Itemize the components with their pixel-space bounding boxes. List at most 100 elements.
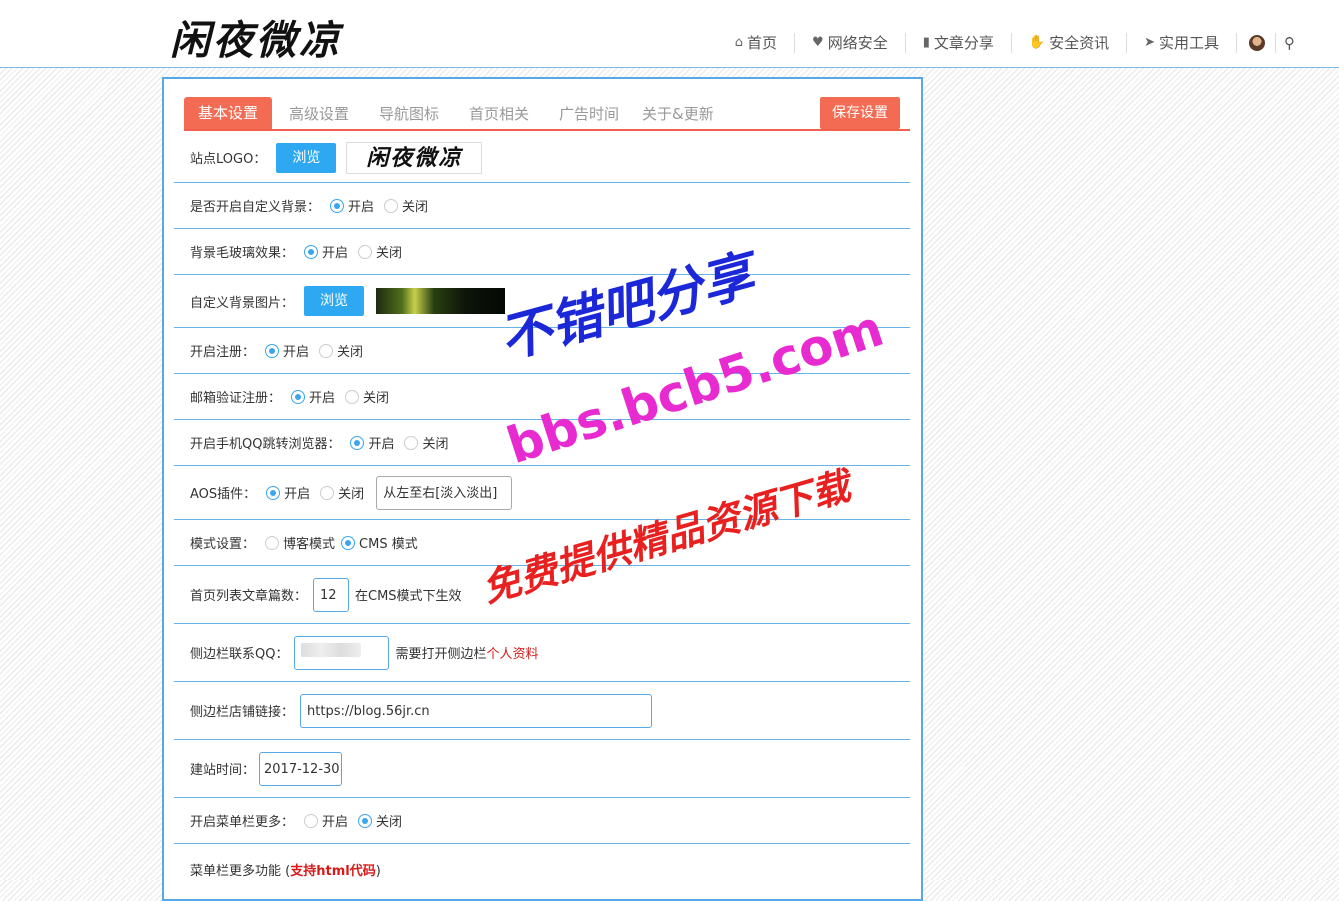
- row-bg-image: 自定义背景图片： 浏览: [174, 275, 910, 328]
- aos-on-radio[interactable]: 开启: [266, 483, 310, 502]
- row-build-time: 建站时间： 2017-12-30: [174, 740, 910, 798]
- tab-basic[interactable]: 基本设置: [184, 97, 273, 129]
- radio-dot: [291, 389, 306, 404]
- radio-dot: [350, 435, 365, 450]
- tab-about[interactable]: 关于&更新: [642, 99, 714, 129]
- nav-item-home[interactable]: ⌂ 首页: [718, 32, 794, 53]
- register-on-radio[interactable]: 开启: [265, 341, 309, 360]
- row-shop-link: 侧边栏店铺链接： https://blog.56jr.cn: [174, 682, 910, 740]
- html-support-note: 支持html代码: [290, 864, 376, 879]
- radio-dot: [320, 485, 335, 500]
- sidebar-qq-input[interactable]: [294, 635, 390, 670]
- radio-label: 关闭: [402, 200, 429, 215]
- menu-more-on-radio[interactable]: 开启: [304, 811, 348, 830]
- row-logo: 站点LOGO： 浏览 闲夜微凉: [174, 133, 910, 183]
- row-mode: 模式设置： 博客模式 CMS 模式: [174, 520, 910, 566]
- top-bar: 闲夜微凉 ⌂ 首页 ♥ 网络安全 ▮ 文章分享 ✋ 安全资讯 ➤ 实用工具 ⚲: [0, 0, 1339, 68]
- tab-advanced[interactable]: 高级设置: [289, 99, 349, 129]
- radio-dot: [345, 389, 360, 404]
- nav-label: 网络安全: [827, 34, 888, 52]
- row-frosted: 背景毛玻璃效果： 开启 关闭: [174, 229, 910, 275]
- custom-bg-on-radio[interactable]: 开启: [330, 196, 374, 215]
- site-logo[interactable]: 闲夜微凉: [170, 8, 342, 66]
- nav-item-articles[interactable]: ▮ 文章分享: [906, 32, 1011, 53]
- field-label: 自定义背景图片：: [190, 295, 295, 311]
- radio-dot: [404, 435, 419, 450]
- field-label: 是否开启自定义背景：: [190, 200, 321, 215]
- radio-dot: [358, 244, 373, 259]
- label-text: 菜单栏更多功能 (: [190, 864, 291, 879]
- tab-home[interactable]: 首页相关: [469, 99, 529, 129]
- tab-nav-icons[interactable]: 导航图标: [379, 99, 439, 129]
- register-off-radio[interactable]: 关闭: [319, 341, 363, 360]
- nav-item-security-news[interactable]: ✋ 安全资讯: [1012, 32, 1126, 53]
- field-label: 建站时间：: [190, 763, 256, 778]
- frosted-off-radio[interactable]: 关闭: [358, 242, 402, 261]
- row-aos: AOS插件： 开启 关闭 从左至右[淡入淡出]: [174, 466, 910, 520]
- nav-label: 实用工具: [1158, 34, 1219, 52]
- row-sidebar-qq: 侧边栏联系QQ： 需要打开侧边栏 个人资料: [174, 624, 910, 682]
- radio-label: 关闭: [376, 246, 403, 261]
- email-verify-off-radio[interactable]: 关闭: [345, 387, 389, 406]
- profile-link[interactable]: 个人资料: [486, 643, 538, 662]
- radio-dot: [304, 813, 319, 828]
- field-label: AOS插件：: [190, 487, 257, 502]
- build-time-input[interactable]: 2017-12-30: [259, 751, 343, 786]
- save-button[interactable]: 保存设置: [820, 97, 900, 129]
- radio-label: 开启: [348, 200, 375, 215]
- bg-browse-button[interactable]: 浏览: [304, 286, 365, 316]
- row-register: 开启注册： 开启 关闭: [174, 328, 910, 374]
- search-icon[interactable]: ⚲: [1284, 34, 1295, 52]
- custom-bg-off-radio[interactable]: 关闭: [384, 196, 428, 215]
- avatar[interactable]: [1249, 34, 1265, 51]
- row-list-count: 首页列表文章篇数： 12 在CMS模式下生效: [174, 566, 910, 624]
- radio-dot: [341, 535, 356, 550]
- nav-label: 安全资讯: [1049, 34, 1110, 52]
- row-qq-browser: 开启手机QQ跳转浏览器： 开启 关闭: [174, 420, 910, 466]
- radio-label: 开启: [309, 391, 336, 406]
- radio-label: 博客模式: [283, 537, 336, 552]
- telegram-icon: ➤: [1144, 35, 1155, 50]
- shop-link-input[interactable]: https://blog.56jr.cn: [300, 693, 653, 728]
- radio-dot: [358, 813, 373, 828]
- menu-more-off-radio[interactable]: 关闭: [358, 811, 402, 830]
- mode-blog-radio[interactable]: 博客模式: [265, 533, 335, 552]
- radio-label: 关闭: [338, 487, 365, 502]
- qq-browser-off-radio[interactable]: 关闭: [404, 433, 449, 452]
- field-label: 侧边栏店铺链接：: [190, 705, 295, 720]
- list-count-note: 在CMS模式下生效: [355, 589, 462, 604]
- field-label: 背景毛玻璃效果：: [190, 246, 295, 261]
- qq-browser-on-radio[interactable]: 开启: [350, 433, 394, 452]
- radio-dot: [265, 535, 280, 550]
- radio-label: 开启: [283, 345, 310, 360]
- email-verify-on-radio[interactable]: 开启: [291, 387, 335, 406]
- nav-item-tools[interactable]: ➤ 实用工具: [1127, 32, 1236, 53]
- aos-effect-select[interactable]: 从左至右[淡入淡出]: [376, 475, 513, 510]
- home-icon: ⌂: [734, 35, 744, 50]
- book-icon: ▮: [922, 35, 930, 50]
- radio-label: 开启: [322, 815, 349, 830]
- aos-off-radio[interactable]: 关闭: [320, 483, 364, 502]
- nav-item-network-security[interactable]: ♥ 网络安全: [795, 32, 905, 53]
- radio-dot: [384, 198, 399, 213]
- field-label: 邮箱验证注册：: [190, 391, 282, 406]
- frosted-on-radio[interactable]: 开启: [304, 242, 348, 261]
- nav-divider: [1236, 32, 1237, 53]
- field-label: 开启菜单栏更多：: [190, 815, 295, 830]
- radio-label: CMS 模式: [359, 537, 418, 552]
- settings-panel: 基本设置 高级设置 导航图标 首页相关 广告时间 关于&更新 保存设置 站点LO…: [162, 77, 923, 901]
- radio-label: 关闭: [422, 437, 449, 452]
- mode-cms-radio[interactable]: CMS 模式: [341, 533, 418, 552]
- radio-dot: [304, 244, 319, 259]
- menu-more-func-label: 菜单栏更多功能 (支持html代码): [190, 860, 381, 879]
- list-count-input[interactable]: 12: [313, 577, 350, 612]
- radio-dot: [319, 343, 334, 358]
- settings-tabs: 基本设置 高级设置 导航图标 首页相关 广告时间 关于&更新 保存设置: [184, 97, 910, 131]
- heartbeat-icon: ♥: [812, 35, 824, 50]
- tab-ads[interactable]: 广告时间: [559, 99, 619, 129]
- logo-browse-button[interactable]: 浏览: [276, 142, 337, 173]
- field-label: 首页列表文章篇数：: [190, 589, 308, 604]
- bg-image-preview: [376, 288, 506, 314]
- nav-label: 文章分享: [933, 34, 994, 52]
- field-label: 开启手机QQ跳转浏览器：: [190, 437, 341, 452]
